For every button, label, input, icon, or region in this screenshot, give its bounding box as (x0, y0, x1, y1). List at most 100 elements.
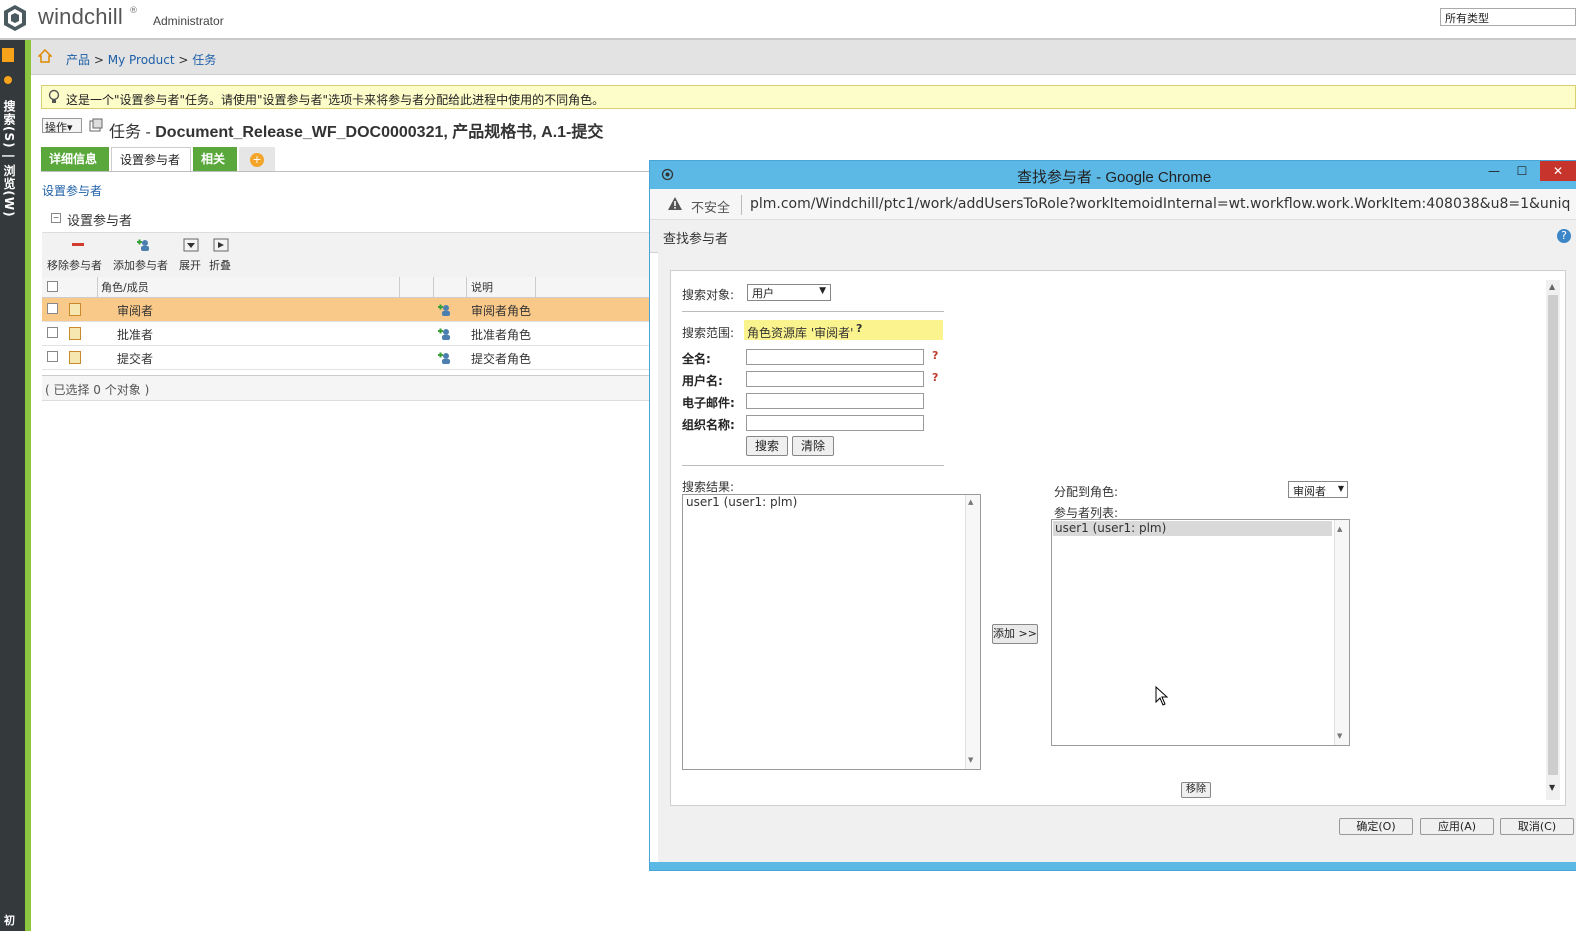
search-type-select[interactable]: 所有类型 (1440, 8, 1576, 26)
scope-help-icon[interactable]: ? (856, 322, 862, 335)
username-help-icon[interactable]: ? (932, 371, 938, 384)
warning-icon[interactable] (667, 196, 683, 212)
org-name-field[interactable] (746, 415, 924, 431)
pin-icon[interactable] (4, 76, 12, 84)
username-field[interactable] (746, 371, 924, 387)
scroll-down-icon[interactable]: ▼ (1549, 783, 1555, 792)
results-scrollbar[interactable] (965, 495, 980, 769)
scroll-down-icon[interactable]: ▼ (1337, 732, 1342, 740)
tab-related[interactable]: 相关 (193, 147, 237, 171)
search-scope-value: 角色资源库 '审阅者' (747, 326, 854, 340)
list-item[interactable]: user1 (user1: plm) (1055, 521, 1166, 535)
scroll-up-icon[interactable]: ▲ (1337, 525, 1342, 533)
collapse-label[interactable]: 折叠 (209, 257, 231, 273)
windchill-logo-icon (4, 5, 26, 31)
scroll-up-icon[interactable]: ▲ (1549, 282, 1555, 291)
add-user-icon[interactable] (438, 327, 452, 341)
breadcrumb-item-my-product[interactable]: My Product (108, 53, 175, 67)
column-divider (535, 277, 536, 297)
breadcrumb-item-product[interactable]: 产品 (66, 53, 90, 67)
not-secure-label[interactable]: 不安全 (691, 197, 730, 216)
window-menu-icon[interactable] (661, 168, 674, 181)
chevron-down-icon: ▼ (819, 286, 826, 296)
minimize-button[interactable]: — (1480, 161, 1508, 181)
panel-scrollbar-thumb[interactable] (1548, 295, 1558, 775)
task-icon (89, 118, 103, 132)
form-divider (682, 311, 944, 312)
top-header (0, 0, 1576, 38)
email-field[interactable] (746, 393, 924, 409)
search-results-list[interactable] (682, 494, 981, 770)
breadcrumb: 产品 > My Product > 任务 (66, 51, 216, 68)
selection-status: ( 已选择 0 个对象 ) (45, 383, 150, 397)
actions-menu-button[interactable]: 操作▾ (42, 118, 82, 134)
breadcrumb-item-task[interactable]: 任务 (192, 53, 216, 67)
column-divider (97, 277, 98, 297)
cancel-button[interactable]: 取消(C) (1500, 818, 1574, 835)
home-icon[interactable] (38, 49, 52, 63)
expand-label[interactable]: 展开 (179, 257, 201, 273)
add-user-icon[interactable] (438, 351, 452, 365)
row-checkbox[interactable] (47, 327, 58, 338)
email-label: 电子邮件: (682, 396, 735, 410)
sidebar-bottom-label[interactable]: 初 (4, 912, 15, 928)
scroll-down-icon[interactable]: ▼ (968, 756, 973, 764)
list-item[interactable]: user1 (user1: plm) (686, 495, 797, 509)
ok-button[interactable]: 确定(O) (1339, 818, 1413, 835)
row-checkbox[interactable] (47, 303, 58, 314)
role-icon (69, 351, 81, 364)
dialog-header (650, 220, 1576, 253)
search-object-select[interactable]: 用户 ▼ (747, 284, 831, 301)
remove-from-list-button[interactable]: 移除 (1181, 782, 1211, 798)
apply-button[interactable]: 应用(A) (1420, 818, 1494, 835)
collapse-section-icon[interactable]: − (51, 213, 61, 223)
remove-participant-label[interactable]: 移除参与者 (47, 257, 102, 273)
column-header-role[interactable]: 角色/成员 (101, 279, 149, 295)
tab-details[interactable]: 详细信息 (41, 147, 109, 171)
column-header-description[interactable]: 说明 (471, 279, 493, 295)
add-tab-icon[interactable]: + (250, 153, 264, 167)
fullname-field[interactable] (746, 349, 924, 365)
add-participant-label[interactable]: 添加参与者 (113, 257, 168, 273)
sidebar-accent-stripe (25, 40, 31, 931)
info-message: 这是一个"设置参与者"任务。请使用"设置参与者"选项卡来将参与者分配给此进程中使… (66, 93, 605, 107)
current-user[interactable]: Administrator (153, 14, 224, 28)
navigator-toggle-icon[interactable] (2, 48, 14, 62)
role-name[interactable]: 提交者 (117, 350, 153, 367)
tab-set-participants[interactable]: 设置参与者 (111, 147, 191, 171)
select-all-checkbox[interactable] (47, 281, 58, 292)
lightbulb-icon (48, 89, 60, 103)
role-name[interactable]: 审阅者 (117, 302, 153, 319)
assign-role-select[interactable]: 审阅者 ▼ (1288, 481, 1348, 498)
fullname-help-icon[interactable]: ? (932, 349, 938, 362)
add-to-list-button[interactable]: 添加 >> (992, 624, 1038, 644)
maximize-button[interactable]: ☐ (1508, 161, 1536, 181)
add-user-icon[interactable] (438, 303, 452, 317)
collapse-icon[interactable] (213, 238, 229, 252)
expand-icon[interactable] (183, 238, 199, 252)
breadcrumb-separator: > (93, 53, 104, 67)
role-description: 提交者角色 (471, 352, 532, 366)
row-checkbox[interactable] (47, 351, 58, 362)
url-divider (741, 195, 742, 215)
participant-list-scrollbar[interactable] (1334, 520, 1349, 745)
clear-button[interactable]: 清除 (792, 436, 834, 456)
help-icon[interactable]: ? (1557, 229, 1571, 243)
role-description: 批准者角色 (471, 328, 532, 342)
sidebar-search-browse-label[interactable]: 搜索(S) | 浏览(W) (1, 100, 18, 218)
role-icon (69, 327, 81, 340)
scroll-up-icon[interactable]: ▲ (968, 498, 973, 506)
close-window-button[interactable]: ✕ (1540, 161, 1576, 181)
window-title: 查找参与者 - Google Chrome (1017, 169, 1212, 186)
remove-icon[interactable] (70, 238, 86, 252)
fullname-label: 全名: (682, 352, 711, 366)
role-name[interactable]: 批准者 (117, 326, 153, 343)
column-divider (399, 277, 400, 297)
logo-trademark: ® (129, 6, 138, 16)
search-button[interactable]: 搜索 (746, 436, 788, 456)
url-text[interactable]: plm.com/Windchill/ptc1/work/addUsersToRo… (750, 196, 1570, 212)
add-user-icon[interactable] (136, 238, 152, 252)
participant-list[interactable] (1051, 519, 1350, 746)
role-description: 审阅者角色 (471, 304, 532, 318)
assign-role-value: 审阅者 (1293, 485, 1326, 498)
